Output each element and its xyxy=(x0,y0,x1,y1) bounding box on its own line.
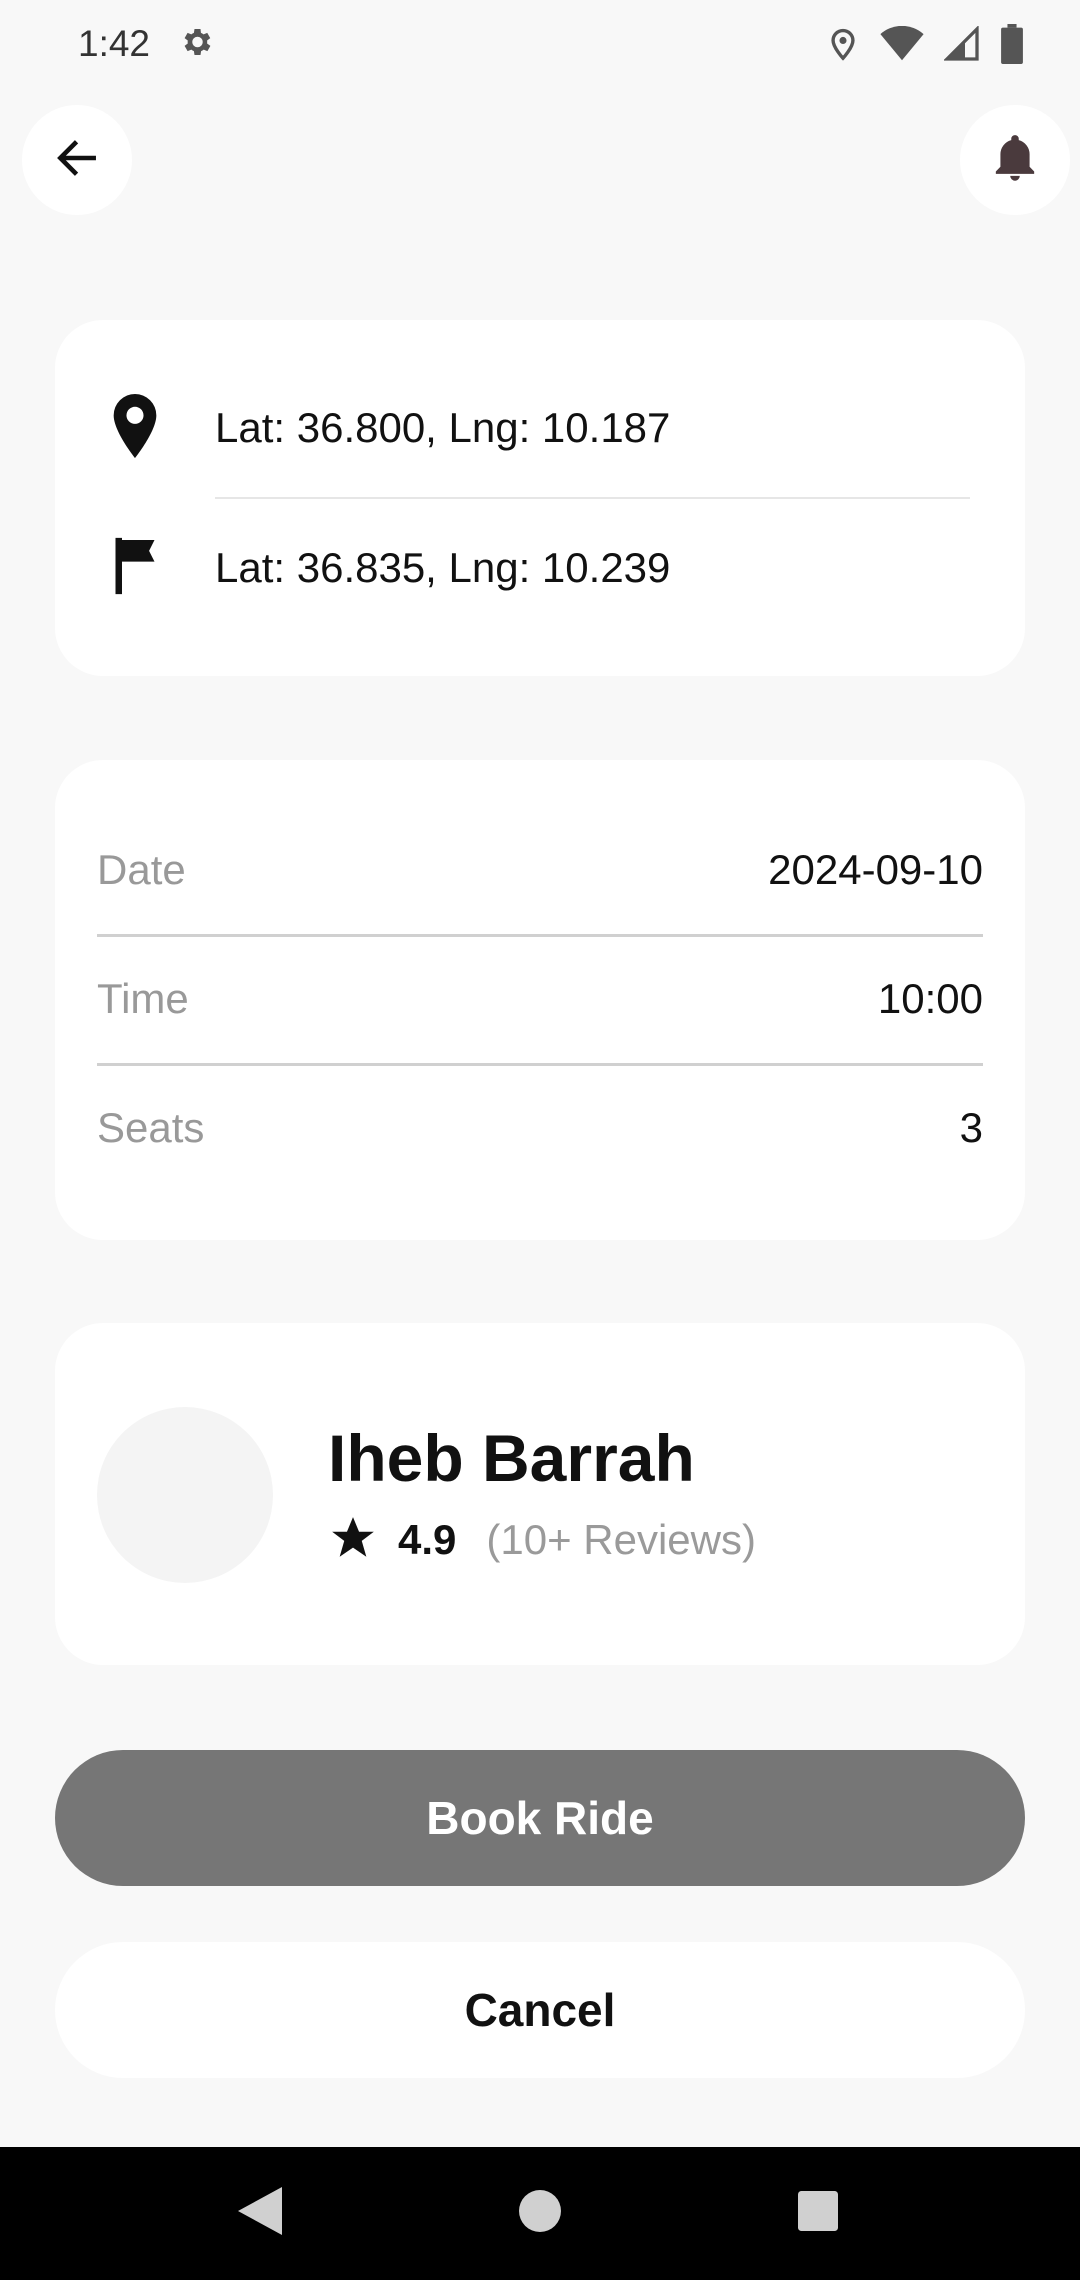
route-to-row: Lat: 36.835, Lng: 10.239 xyxy=(0,508,1080,628)
nav-back-button[interactable] xyxy=(190,2147,330,2280)
route-from-text: Lat: 36.800, Lng: 10.187 xyxy=(215,404,671,451)
bell-icon xyxy=(990,130,1040,191)
status-right xyxy=(826,24,1024,64)
status-bar: 1:42 xyxy=(0,0,1080,88)
notifications-button[interactable] xyxy=(960,105,1070,215)
location-pin-icon xyxy=(109,393,161,463)
route-from-row: Lat: 36.800, Lng: 10.187 xyxy=(0,368,1080,488)
nav-home-button[interactable] xyxy=(470,2147,610,2280)
flag-icon xyxy=(109,537,161,600)
reviews-count: (10+ Reviews) xyxy=(486,1516,756,1563)
driver-name: Iheb Barrah xyxy=(328,1421,695,1495)
status-time: 1:42 xyxy=(78,23,151,64)
detail-value: 10:00 xyxy=(877,975,983,1022)
rating-value: 4.9 xyxy=(398,1516,457,1563)
circle-home-icon xyxy=(519,2190,561,2237)
detail-row-date: Date 2024-09-10 xyxy=(97,806,983,934)
signal-icon xyxy=(944,26,980,62)
cancel-button[interactable]: Cancel xyxy=(55,1942,1025,2078)
status-left: 1:42 xyxy=(78,23,214,65)
detail-label: Seats xyxy=(97,1104,205,1151)
nav-recents-button[interactable] xyxy=(748,2147,888,2280)
detail-value: 3 xyxy=(959,1104,983,1151)
avatar xyxy=(97,1407,273,1583)
book-ride-button[interactable]: Book Ride xyxy=(55,1750,1025,1886)
triangle-back-icon xyxy=(238,2187,282,2240)
route-to-text: Lat: 36.835, Lng: 10.239 xyxy=(215,544,671,591)
rating-row: 4.9 (10+ Reviews) xyxy=(328,1510,756,1570)
wifi-icon xyxy=(880,26,924,62)
battery-icon xyxy=(1000,24,1024,64)
system-nav-bar xyxy=(0,2147,1080,2280)
back-button[interactable] xyxy=(22,105,132,215)
location-icon xyxy=(826,25,860,63)
arrow-back-icon xyxy=(52,133,102,188)
detail-row-time: Time 10:00 xyxy=(97,935,983,1063)
detail-value: 2024-09-10 xyxy=(768,846,983,893)
settings-icon xyxy=(178,24,214,65)
detail-label: Date xyxy=(97,846,186,893)
route-divider xyxy=(215,497,970,499)
detail-row-seats: Seats 3 xyxy=(97,1064,983,1192)
square-recents-icon xyxy=(798,2191,838,2236)
star-icon xyxy=(328,1513,378,1568)
detail-label: Time xyxy=(97,975,189,1022)
